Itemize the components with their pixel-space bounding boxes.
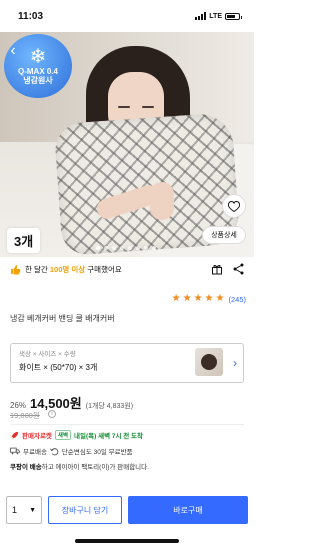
unit-price: (1개당 4,833원) [85,403,134,410]
discount-rate: 26% [10,401,27,410]
home-indicator [75,539,179,543]
network-label: LTE [209,12,222,20]
wishlist-button[interactable] [222,194,246,218]
carousel-dot[interactable] [96,246,100,250]
free-shipping: 무료배송 [23,449,47,456]
star-icon: ★ [215,293,225,304]
divider [10,424,244,425]
star-icon: ★ [171,293,181,304]
shipping-info: 무료배송 단순변심도 30일 무료반품 [10,446,133,456]
rocket-icon [10,431,19,440]
thumbs-up-icon [11,264,21,274]
star-icon: ★ [182,293,192,304]
bottom-action-bar: 1 ▼ 장바구니 담기 바로구매 [0,492,254,528]
carousel-dot[interactable] [152,246,156,250]
gift-icon[interactable] [211,263,223,275]
carousel-dots [96,246,156,250]
info-icon[interactable]: i [48,410,56,418]
carousel-dot[interactable] [128,246,132,250]
quantity-select[interactable]: 1 ▼ [6,496,42,524]
option-selector[interactable]: 색상 × 사이즈 × 수량 화이트 × (50*70) × 3개 › [10,343,244,383]
carousel-dot[interactable] [144,246,148,250]
battery-icon [225,12,242,20]
rating[interactable]: ★ ★ ★ ★ ★ (245) [172,294,246,304]
review-count[interactable]: (245) [228,295,246,304]
purchase-count: 100명 이상 [49,264,86,274]
add-to-cart-button[interactable]: 장바구니 담기 [48,496,122,524]
signal-icon [195,12,207,20]
carousel-dot[interactable] [136,246,140,250]
seller-service: 쿠팡이 배송 [10,464,42,471]
star-icon: ★ [204,293,214,304]
carousel-dot[interactable] [104,246,108,250]
purchase-info-row: 한 달간 100명 이상 구매했어요 [10,262,244,276]
delivery-date: 내일(목) 새벽 7시 전 도착 [74,433,144,440]
back-button[interactable]: ‹ [4,42,22,60]
seller-info: 쿠팡이 배송하고 에이아이 팩토리(이)가 판매합니다. [10,461,149,471]
snowflake-icon: ❄ [29,46,47,68]
heart-icon [228,200,240,212]
dawn-tag: 새벽 [54,430,72,440]
rocket-label: 판매자로켓 [22,433,52,440]
chevron-right-icon: › [233,356,237,370]
carousel-dot[interactable] [112,246,116,250]
share-icon[interactable] [233,263,244,275]
product-title: 냉감 베개커버 밴딩 쿨 배개커버 [10,314,115,323]
return-icon [50,447,59,455]
original-price: 19,800원 [10,411,40,420]
status-icons: LTE [195,12,242,20]
delivery-info: 판매자로켓 새벽 내일(목) 새벽 7시 전 도착 [10,430,143,440]
chevron-down-icon: ▼ [29,506,36,514]
status-time: 11:03 [18,10,44,22]
product-detail-button[interactable]: 상품상세 [202,226,246,244]
star-icon: ★ [193,293,203,304]
status-bar: 11:03 LTE [0,0,254,32]
truck-icon [10,447,20,455]
seller-text: 하고 에이아이 팩토리(이)가 판매합니다. [41,464,149,471]
chevron-left-icon: ‹ [10,42,16,59]
carousel-dot[interactable] [120,246,124,250]
buy-now-button[interactable]: 바로구매 [128,496,248,524]
count-badge: 3개 [7,228,41,253]
option-thumbnail [195,348,223,376]
free-return: 단순변심도 30일 무료반품 [61,449,133,456]
